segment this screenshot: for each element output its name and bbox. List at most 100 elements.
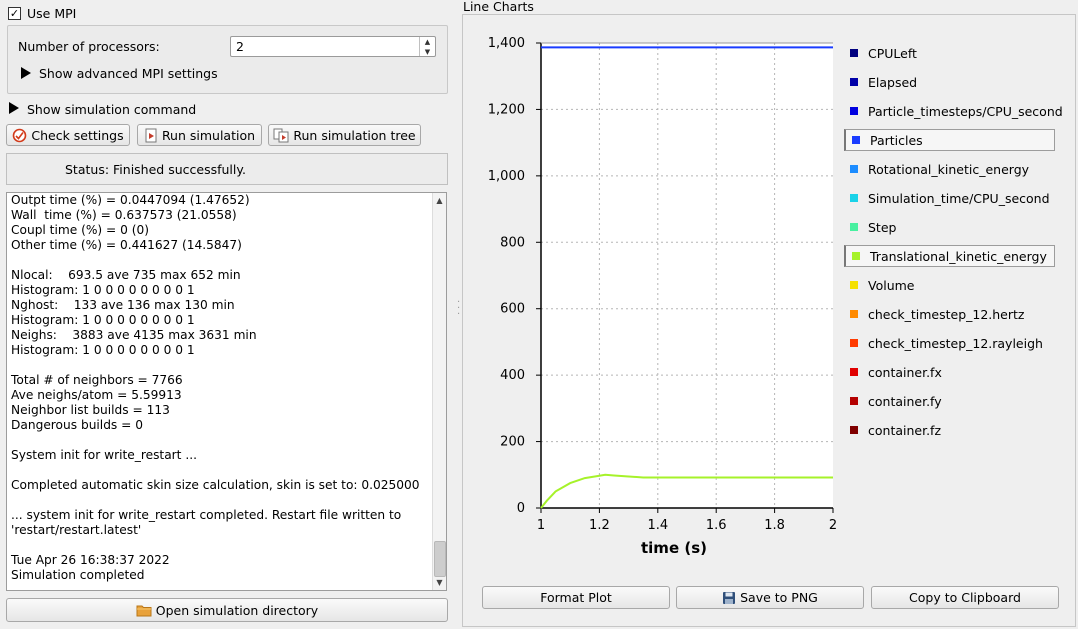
line-chart[interactable]: 1 1.2 1.4 1.6 1.8 2 0 200 400 600 800 1,000 1,200 1,4… xyxy=(476,30,848,565)
log-text: Outpt time (%) = 0.0447094 (1.47652) Wall… xyxy=(11,193,420,583)
legend-swatch xyxy=(850,397,858,405)
log-line: 'restart/restart.latest' xyxy=(11,523,142,537)
y-tick-label: 1,200 xyxy=(488,102,525,117)
legend-item[interactable]: Rotational_kinetic_energy xyxy=(844,158,1029,180)
run-simulation-button[interactable]: Run simulation xyxy=(137,124,262,146)
y-tick-label: 1,000 xyxy=(488,169,525,184)
processors-value[interactable]: 2 xyxy=(236,39,244,54)
legend-item[interactable]: container.fy xyxy=(844,390,942,412)
simulation-log[interactable]: Outpt time (%) = 0.0447094 (1.47652) Wall… xyxy=(6,192,447,591)
log-line: Outpt time (%) = 0.0447094 (1.47652) xyxy=(11,193,250,207)
legend-label: Step xyxy=(868,219,897,235)
open-directory-button[interactable]: Open simulation directory xyxy=(6,598,448,622)
legend-swatch xyxy=(850,194,858,202)
legend-label: container.fy xyxy=(868,393,942,409)
log-line: Coupl time (%) = 0 (0) xyxy=(11,223,150,237)
copy-clipboard-button[interactable]: Copy to Clipboard xyxy=(871,586,1059,609)
legend-label: check_timestep_12.rayleigh xyxy=(868,335,1043,351)
log-line: Neighs: 3883 ave 4135 max 3631 min xyxy=(11,328,257,342)
x-tick-label: 1 xyxy=(537,518,545,533)
spin-up-icon[interactable]: ▲ xyxy=(420,37,435,47)
legend-label: Translational_kinetic_energy xyxy=(870,248,1047,264)
legend-label: Volume xyxy=(868,277,915,293)
legend-item[interactable]: CPULeft xyxy=(844,42,917,64)
legend-swatch xyxy=(850,49,858,57)
legend-label: Rotational_kinetic_energy xyxy=(868,161,1030,177)
legend-swatch xyxy=(850,78,858,86)
x-tick-label: 1.2 xyxy=(589,518,610,533)
legend-swatch xyxy=(850,107,858,115)
scroll-up-icon[interactable]: ▲ xyxy=(433,194,446,207)
legend-item[interactable]: Step xyxy=(844,216,896,238)
legend-swatch xyxy=(852,252,860,260)
legend-swatch xyxy=(850,281,858,289)
log-line: Histogram: 1 0 0 0 0 0 0 0 0 1 xyxy=(11,283,195,297)
legend-item[interactable]: Volume xyxy=(844,274,915,296)
legend-item[interactable]: Particles xyxy=(844,129,1055,151)
legend-item[interactable]: Simulation_time/CPU_second xyxy=(844,187,1050,209)
log-line: Dangerous builds = 0 xyxy=(11,418,143,432)
legend-label: CPULeft xyxy=(868,45,917,61)
splitter-handle[interactable]: · · · xyxy=(457,298,461,320)
run-simulation-label: Run simulation xyxy=(161,127,256,143)
log-line: Completed automatic skin size calculatio… xyxy=(11,478,420,492)
save-png-button[interactable]: Save to PNG xyxy=(676,586,864,609)
y-tick-label: 400 xyxy=(500,368,525,383)
legend-swatch xyxy=(850,310,858,318)
format-plot-button[interactable]: Format Plot xyxy=(482,586,670,609)
log-line: Neighbor list builds = 113 xyxy=(11,403,170,417)
legend-item[interactable]: Translational_kinetic_energy xyxy=(844,245,1055,267)
check-settings-button[interactable]: Check settings xyxy=(6,124,130,146)
legend-item[interactable]: Particle_timesteps/CPU_second xyxy=(844,100,1063,122)
legend-swatch xyxy=(850,426,858,434)
legend-label: Particles xyxy=(870,132,923,148)
legend-item[interactable]: Elapsed xyxy=(844,71,917,93)
x-axis-label: time (s) xyxy=(641,539,707,557)
log-line: Nghost: 133 ave 136 max 130 min xyxy=(11,298,235,312)
log-line: Histogram: 1 0 0 0 0 0 0 0 0 1 xyxy=(11,343,195,357)
log-line: Other time (%) = 0.441627 (14.5847) xyxy=(11,238,242,252)
legend-item[interactable]: check_timestep_12.hertz xyxy=(844,303,1024,325)
show-command-toggle[interactable]: Show simulation command xyxy=(27,102,196,117)
expand-advanced-icon[interactable] xyxy=(21,67,31,79)
y-tick-label: 200 xyxy=(500,435,525,450)
spin-down-icon[interactable]: ▼ xyxy=(420,47,435,57)
run-tree-label: Run simulation tree xyxy=(293,127,416,143)
log-line: Tue Apr 26 16:38:37 2022 xyxy=(11,553,170,567)
processors-label: Number of processors: xyxy=(18,39,160,54)
check-settings-icon xyxy=(13,128,27,142)
run-tree-icon xyxy=(273,128,289,142)
check-settings-label: Check settings xyxy=(31,127,124,143)
x-tick-label: 1.8 xyxy=(764,518,785,533)
x-tick-label: 1.6 xyxy=(706,518,727,533)
x-tick-label: 2 xyxy=(829,518,837,533)
legend-label: Particle_timesteps/CPU_second xyxy=(868,103,1063,119)
run-simulation-tree-button[interactable]: Run simulation tree xyxy=(268,124,421,146)
log-line: Total # of neighbors = 7766 xyxy=(11,373,183,387)
processors-spinbox[interactable]: 2 ▲ ▼ xyxy=(230,36,436,57)
expand-command-icon[interactable] xyxy=(9,102,19,114)
line-charts-title: Line Charts xyxy=(463,0,534,14)
use-mpi-checkbox[interactable]: ✓ xyxy=(8,7,21,20)
scroll-thumb[interactable] xyxy=(434,541,446,577)
log-scrollbar[interactable]: ▲ ▼ xyxy=(432,193,446,590)
advanced-mpi-toggle[interactable]: Show advanced MPI settings xyxy=(39,66,218,81)
log-line: System init for write_restart ... xyxy=(11,448,197,462)
run-simulation-icon xyxy=(145,128,157,142)
legend-label: Elapsed xyxy=(868,74,918,90)
legend-item[interactable]: container.fx xyxy=(844,361,942,383)
spinbox-buttons[interactable]: ▲ ▼ xyxy=(419,37,435,56)
legend-label: container.fx xyxy=(868,364,942,380)
legend-swatch xyxy=(850,339,858,347)
format-plot-label: Format Plot xyxy=(540,590,612,605)
legend-swatch xyxy=(850,368,858,376)
status-bar: Status: Finished successfully. xyxy=(6,153,448,185)
legend-item[interactable]: container.fz xyxy=(844,419,941,441)
legend-swatch xyxy=(852,136,860,144)
scroll-down-icon[interactable]: ▼ xyxy=(433,576,446,589)
use-mpi-label[interactable]: Use MPI xyxy=(27,6,76,21)
legend-item[interactable]: check_timestep_12.rayleigh xyxy=(844,332,1043,354)
